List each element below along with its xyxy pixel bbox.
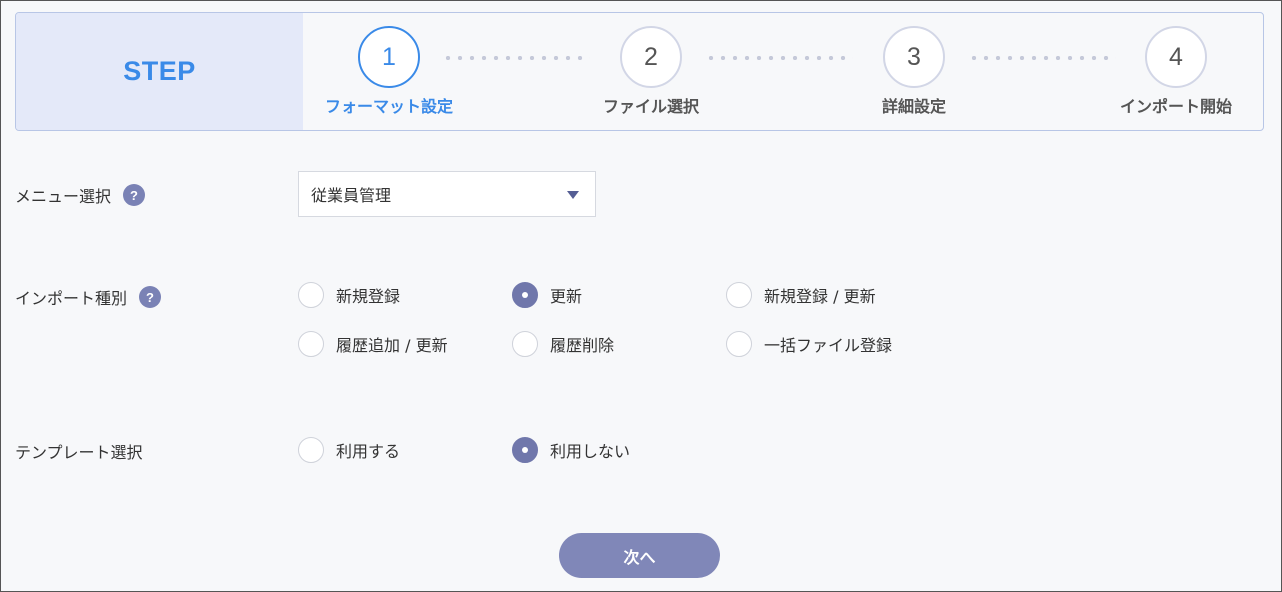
- radio-button[interactable]: [512, 282, 538, 308]
- menu-select-row-label: メニュー選択 ?: [15, 183, 146, 207]
- radio-button[interactable]: [298, 282, 324, 308]
- radio-button[interactable]: [298, 437, 324, 463]
- radio-button[interactable]: [512, 437, 538, 463]
- radio-button[interactable]: [726, 282, 752, 308]
- step-title: STEP: [123, 56, 196, 86]
- template-select-label: テンプレート選択: [15, 443, 143, 462]
- template-option[interactable]: 利用しない: [512, 437, 630, 463]
- import-type-row-label: インポート種別 ?: [15, 285, 162, 309]
- step-1: 1 フォーマット設定: [309, 26, 469, 117]
- radio-label: 新規登録: [336, 287, 401, 306]
- step-2: 2 ファイル選択: [571, 26, 731, 117]
- radio-label: 利用しない: [550, 442, 631, 461]
- radio-label: 履歴削除: [550, 336, 615, 355]
- radio-label: 更新: [550, 287, 583, 306]
- step-label: フォーマット設定: [324, 97, 453, 116]
- step-header: STEP: [16, 13, 303, 130]
- caret-down-icon: [567, 191, 579, 199]
- step-number: 2: [620, 26, 682, 88]
- radio-label: 一括ファイル登録: [764, 336, 893, 355]
- step-number: 1: [358, 26, 420, 88]
- radio-label: 利用する: [336, 442, 401, 461]
- template-select-row-label: テンプレート選択: [15, 439, 143, 463]
- menu-select-dropdown[interactable]: 従業員管理: [298, 171, 596, 217]
- help-icon[interactable]: ?: [139, 286, 162, 308]
- import-type-option[interactable]: 新規登録: [298, 282, 400, 308]
- import-stepper: STEP 1 フォーマット設定 2 ファイル選択 3 詳細設定 4 インポート開…: [15, 12, 1264, 131]
- help-icon[interactable]: ?: [123, 184, 146, 206]
- import-type-option[interactable]: 新規登録 / 更新: [726, 282, 876, 308]
- template-option[interactable]: 利用する: [298, 437, 400, 463]
- radio-button[interactable]: [726, 331, 752, 357]
- menu-select-label: メニュー選択: [15, 187, 112, 206]
- import-type-option[interactable]: 一括ファイル登録: [726, 331, 892, 357]
- import-type-label: インポート種別: [15, 289, 128, 308]
- menu-select-value: 従業員管理: [311, 186, 392, 205]
- import-type-option[interactable]: 履歴削除: [512, 331, 614, 357]
- radio-label: 新規登録 / 更新: [764, 287, 876, 306]
- radio-button[interactable]: [298, 331, 324, 357]
- step-4: 4 インポート開始: [1096, 26, 1256, 117]
- step-label: インポート開始: [1119, 97, 1232, 116]
- step-number: 3: [883, 26, 945, 88]
- step-label: ファイル選択: [602, 97, 699, 116]
- radio-button[interactable]: [512, 331, 538, 357]
- import-type-option[interactable]: 履歴追加 / 更新: [298, 331, 448, 357]
- step-label: 詳細設定: [881, 97, 946, 116]
- step-3: 3 詳細設定: [834, 26, 994, 117]
- radio-label: 履歴追加 / 更新: [336, 336, 448, 355]
- step-number: 4: [1145, 26, 1207, 88]
- import-type-option[interactable]: 更新: [512, 282, 582, 308]
- next-button[interactable]: 次へ: [559, 533, 720, 578]
